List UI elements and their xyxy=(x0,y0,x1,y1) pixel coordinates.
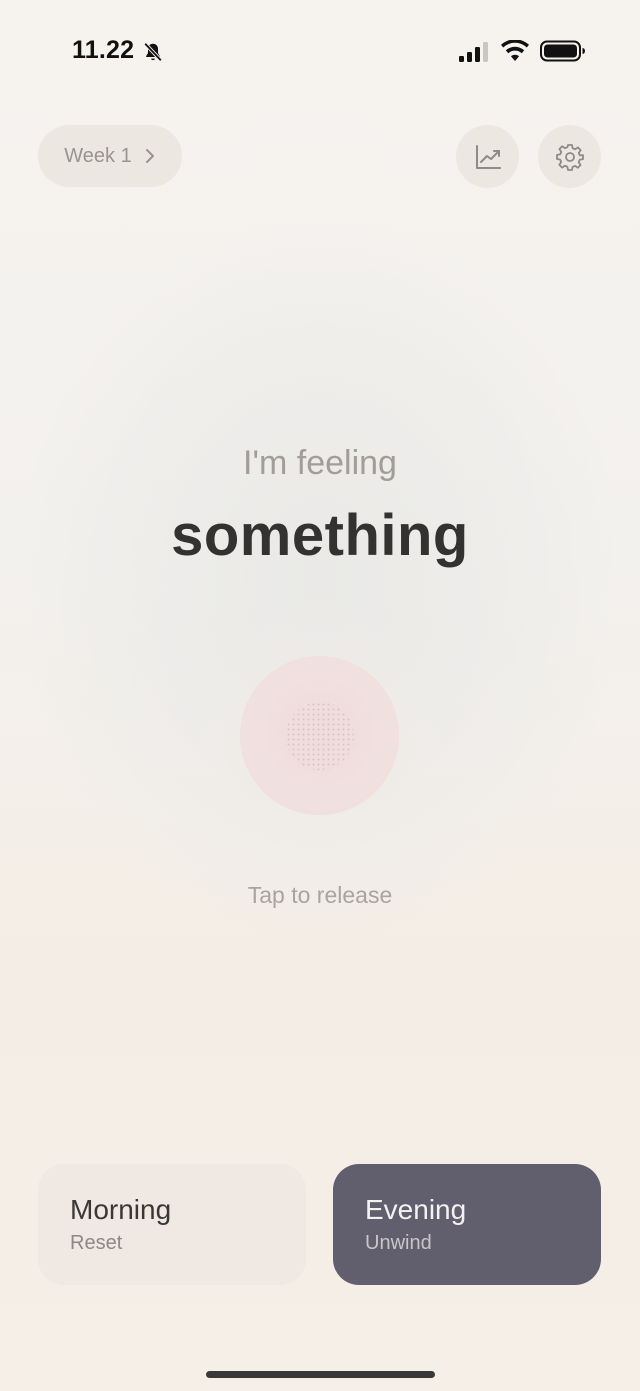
battery-icon xyxy=(540,40,585,62)
home-indicator[interactable] xyxy=(206,1371,435,1378)
wifi-icon xyxy=(501,40,529,61)
status-time: 11.22 xyxy=(72,36,135,64)
gear-icon xyxy=(555,143,584,171)
evening-mode-card[interactable]: Evening Unwind xyxy=(333,1164,601,1285)
feeling-value[interactable]: something xyxy=(0,502,640,569)
week-selector-button[interactable]: Week 1 xyxy=(38,125,182,187)
settings-button[interactable] xyxy=(538,125,601,188)
evening-subtitle: Unwind xyxy=(365,1232,432,1254)
feeling-label: I'm feeling xyxy=(243,444,397,482)
week-label: Week 1 xyxy=(64,144,132,167)
orb-texture xyxy=(285,701,354,770)
bell-off-icon xyxy=(143,42,163,62)
status-bar: 11.22 xyxy=(0,0,640,100)
chart-trend-icon xyxy=(475,144,501,169)
evening-title: Evening xyxy=(365,1194,467,1225)
chevron-right-icon xyxy=(145,149,154,163)
signal-icon xyxy=(459,42,488,62)
stats-button[interactable] xyxy=(456,125,519,188)
morning-title: Morning xyxy=(70,1194,172,1225)
tap-hint: Tap to release xyxy=(247,882,393,908)
morning-mode-card[interactable]: Morning Reset xyxy=(38,1164,306,1285)
morning-subtitle: Reset xyxy=(70,1232,123,1254)
release-orb-button[interactable] xyxy=(240,656,399,815)
